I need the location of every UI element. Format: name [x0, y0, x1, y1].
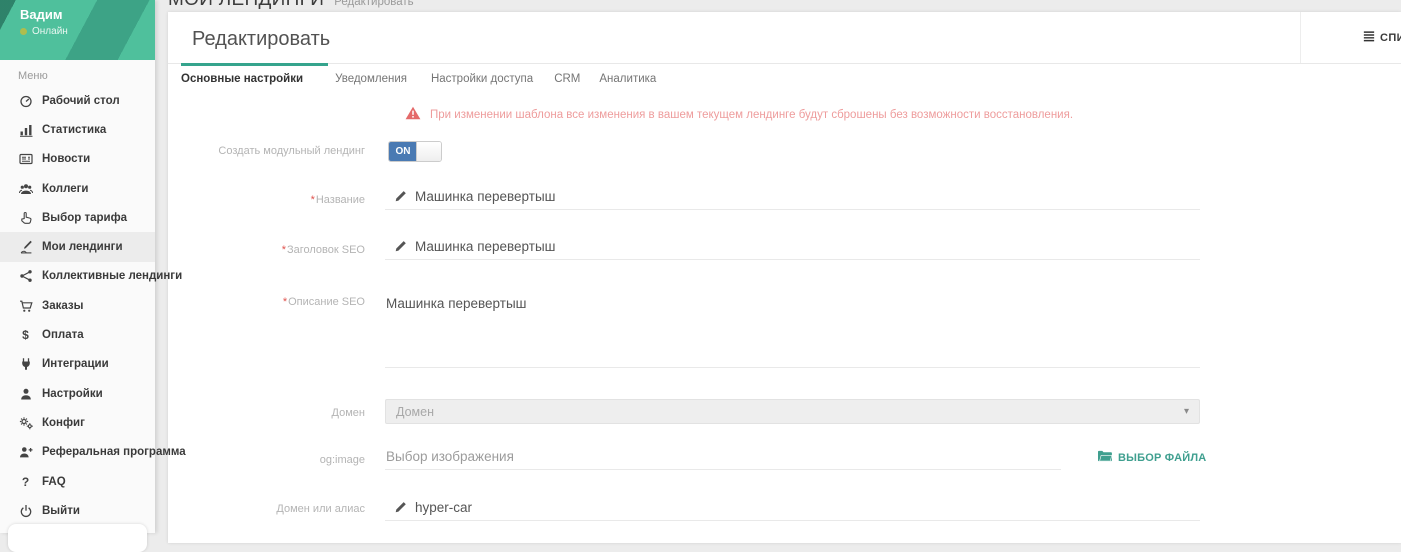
tab-crm[interactable]: CRM	[554, 64, 580, 94]
domain-placeholder: Домен	[396, 405, 1184, 419]
user-name: Вадим	[20, 7, 62, 22]
gears-icon	[15, 416, 36, 430]
file-select-button[interactable]: ВЫБОР ФАЙЛА	[1092, 450, 1206, 465]
folder-icon	[1098, 450, 1112, 465]
modular-toggle[interactable]: ON	[388, 141, 442, 162]
sidebar-item-payment[interactable]: $ Оплата	[0, 320, 155, 349]
user-plus-icon	[15, 445, 36, 459]
seo-description-textarea[interactable]: Машинка перевертыш	[385, 294, 1200, 367]
name-label: Название	[168, 194, 365, 206]
alias-field-wrap	[385, 495, 1200, 521]
stats-icon	[15, 123, 36, 137]
sidebar: Вадим Онлайн Меню Рабочий стол Статистик…	[0, 0, 155, 533]
breadcrumb: Редактировать	[334, 0, 413, 8]
page-title: Мои лендинги	[168, 0, 324, 10]
sidebar-item-integrations[interactable]: Интеграции	[0, 350, 155, 379]
sidebar-item-collective-landings[interactable]: Коллективные лендинги	[0, 262, 155, 291]
sidebar-item-stats[interactable]: Статистика	[0, 115, 155, 144]
toggle-on-label: ON	[389, 142, 417, 161]
tab-main-settings[interactable]: Основные настройки	[181, 64, 303, 94]
pencil-icon	[394, 190, 407, 208]
pencil-icon	[394, 240, 407, 258]
dollar-icon: $	[15, 328, 36, 342]
name-field-wrap	[385, 184, 1200, 210]
alias-input[interactable]	[415, 495, 1200, 520]
sidebar-item-colleagues[interactable]: Коллеги	[0, 174, 155, 203]
news-icon	[15, 152, 36, 166]
question-icon: ?	[15, 475, 36, 489]
tab-analytics[interactable]: Аналитика	[599, 64, 656, 94]
seo-title-label: Заголовок SEO	[168, 244, 365, 256]
sidebar-menu: Рабочий стол Статистика Новости Коллеги …	[0, 86, 155, 525]
sidebar-item-faq[interactable]: ? FAQ	[0, 467, 155, 496]
seo-description-label: Описание SEO	[168, 296, 365, 308]
colleagues-icon	[15, 182, 36, 196]
sidebar-item-my-landings[interactable]: Мои лендинги	[0, 232, 155, 261]
tab-access-settings[interactable]: Настройки доступа	[431, 64, 533, 94]
bottom-widget[interactable]	[8, 524, 147, 552]
sidebar-item-news[interactable]: Новости	[0, 145, 155, 174]
warning-icon	[405, 106, 421, 123]
tab-notifications[interactable]: Уведомления	[335, 64, 407, 94]
og-image-input[interactable]	[386, 444, 1061, 469]
dashboard-icon	[15, 94, 36, 108]
sidebar-item-config[interactable]: Конфиг	[0, 408, 155, 437]
card-title: Редактировать	[192, 28, 330, 51]
og-image-field-wrap	[385, 444, 1061, 470]
edit-card: Редактировать СПИСОК Основные настройки …	[168, 12, 1401, 543]
share-icon	[15, 269, 36, 283]
tab-bar: Основные настройки Уведомления Настройки…	[168, 63, 1401, 94]
list-icon	[1363, 30, 1375, 45]
template-warning: При изменении шаблона все изменения в ва…	[396, 106, 1073, 123]
sidebar-item-dashboard[interactable]: Рабочий стол	[0, 86, 155, 115]
modular-label: Создать модульный лендинг	[168, 145, 365, 157]
user-status: Онлайн	[20, 26, 68, 37]
domain-label: Домен	[168, 407, 365, 419]
seo-description-field-wrap: Машинка перевертыш	[385, 294, 1200, 368]
chevron-down-icon: ▾	[1184, 406, 1189, 417]
cart-icon	[15, 299, 36, 313]
power-icon	[15, 504, 36, 518]
user-icon	[15, 387, 36, 401]
online-dot	[20, 28, 27, 35]
hand-pointer-icon	[15, 211, 36, 225]
name-input[interactable]	[415, 184, 1200, 209]
domain-select[interactable]: Домен ▾	[385, 399, 1200, 424]
og-image-label: og:image	[168, 454, 365, 466]
toggle-handle	[416, 142, 441, 161]
pencil-icon	[394, 501, 407, 519]
sidebar-item-tariff[interactable]: Выбор тарифа	[0, 203, 155, 232]
user-panel: Вадим Онлайн	[0, 0, 155, 60]
sidebar-item-referral[interactable]: Реферальная программа	[0, 438, 155, 467]
alias-label: Домен или алиас	[168, 503, 365, 515]
menu-label: Меню	[18, 70, 155, 82]
pen-icon	[15, 240, 36, 254]
list-button[interactable]: СПИСОК	[1300, 12, 1401, 63]
plug-icon	[15, 357, 36, 371]
seo-title-field-wrap	[385, 234, 1200, 260]
sidebar-item-logout[interactable]: Выйти	[0, 496, 155, 525]
seo-title-input[interactable]	[415, 234, 1200, 259]
sidebar-item-settings[interactable]: Настройки	[0, 379, 155, 408]
sidebar-item-orders[interactable]: Заказы	[0, 291, 155, 320]
page-header: Мои лендинги Редактировать	[168, 0, 414, 12]
